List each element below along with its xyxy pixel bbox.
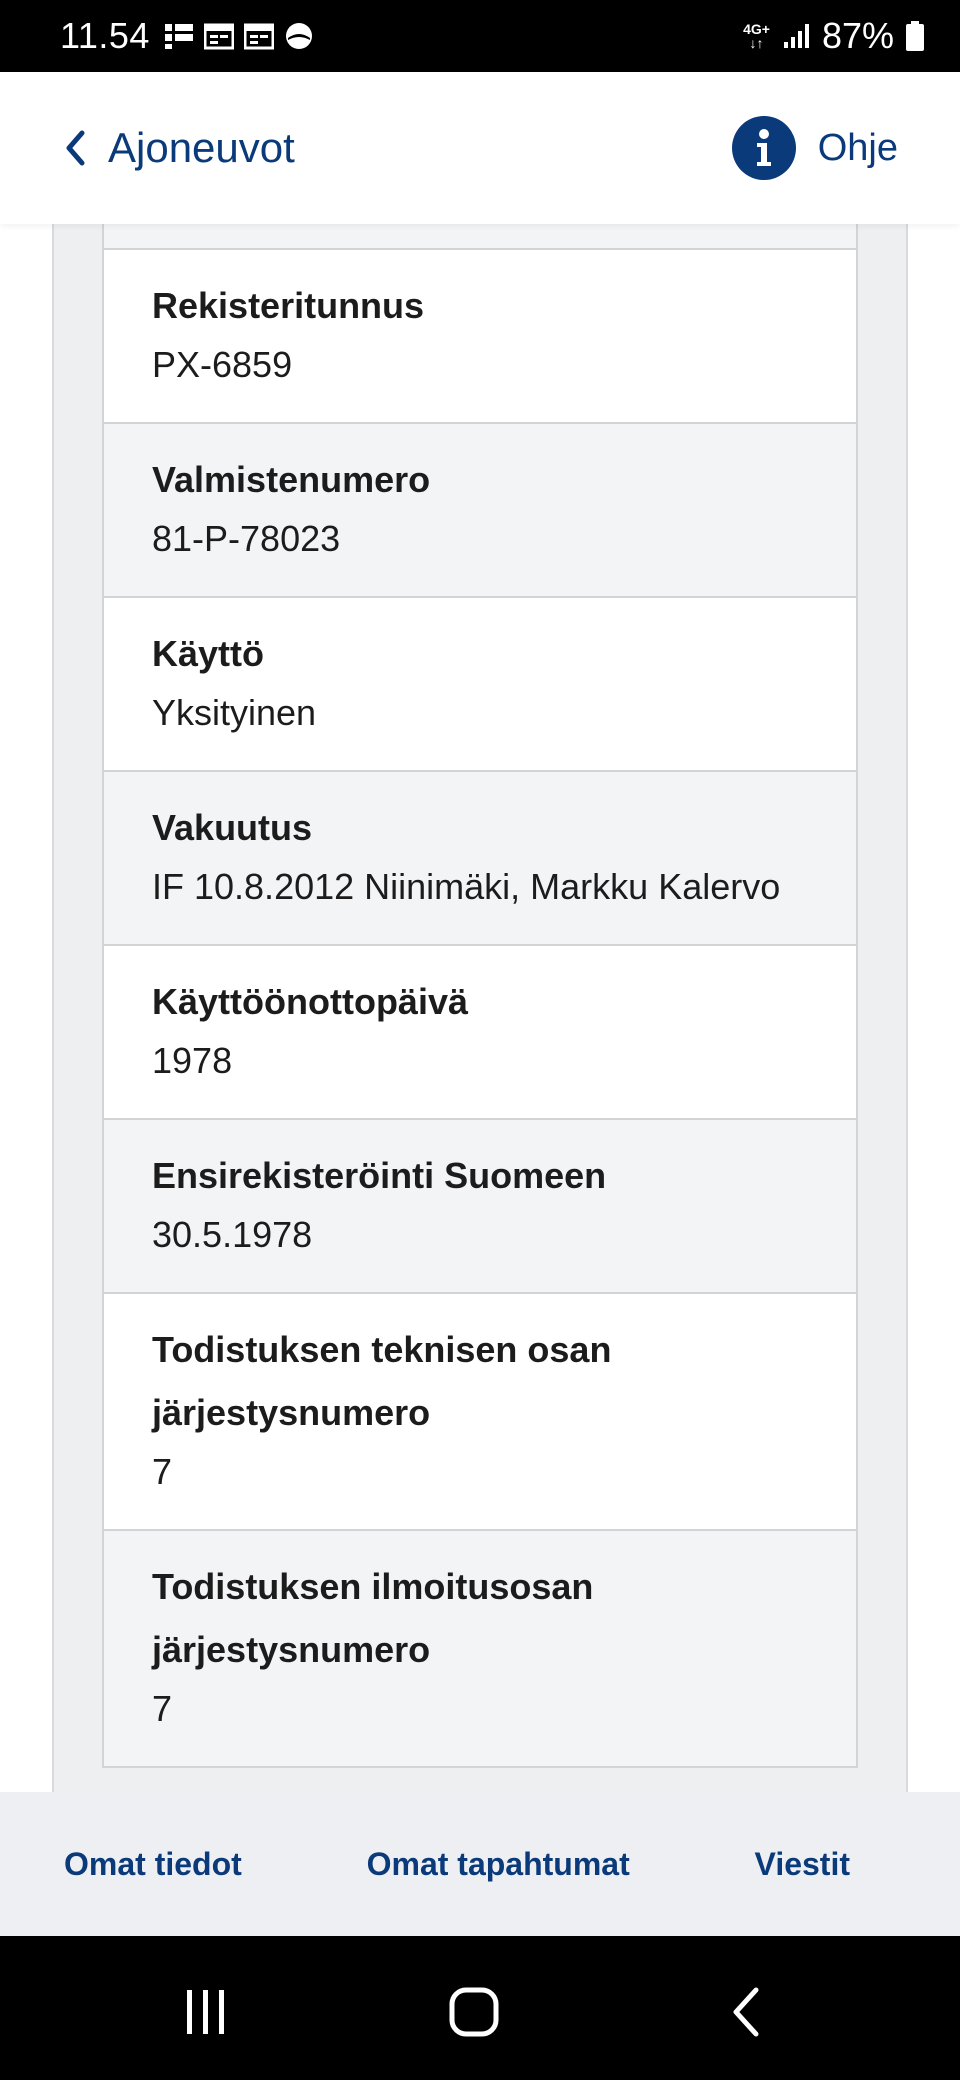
back-nav-button[interactable] xyxy=(706,1972,786,2052)
detail-label: Vakuutus xyxy=(152,807,313,848)
help-button[interactable]: Ohje xyxy=(731,116,898,180)
bottom-navigation: Omat tiedot Omat tapahtumat Viestit xyxy=(0,1792,960,1936)
home-button[interactable] xyxy=(434,1972,514,2052)
back-arrow-icon xyxy=(733,1987,759,2037)
nav-omat-tiedot[interactable]: Omat tiedot xyxy=(64,1846,242,1883)
battery-percent: 87% xyxy=(821,15,894,56)
detail-value: PX-6859 xyxy=(152,344,293,385)
detail-label: Käyttö xyxy=(152,633,265,674)
detail-row-tekninen-osa: Todistuksen teknisen osan järjestysnumer… xyxy=(104,1294,856,1531)
detail-row-kayttoonottopaiva: Käyttöönottopäivä 1978 xyxy=(104,946,856,1120)
detail-value: 1978 xyxy=(152,1040,233,1081)
detail-row-rekisteritunnus: Rekisteritunnus PX-6859 xyxy=(104,250,856,424)
signal-icon xyxy=(783,24,809,48)
nav-viestit[interactable]: Viestit xyxy=(755,1846,850,1883)
back-label: Ajoneuvot xyxy=(108,124,295,171)
detail-label: Todistuksen teknisen osan järjestysnumer… xyxy=(152,1329,612,1433)
detail-row-ilmoitusosa: Todistuksen ilmoitusosan järjestysnumero… xyxy=(104,1531,856,1768)
detail-row-ensirekisterointi: Ensirekisteröinti Suomeen 30.5.1978 xyxy=(104,1120,856,1294)
detail-row-vakuutus: Vakuutus IF 10.8.2012 Niinimäki, Markku … xyxy=(104,772,856,946)
circle-app-icon xyxy=(285,23,312,49)
network-indicator: 4G+ ↓↑ xyxy=(743,21,770,51)
home-icon xyxy=(449,1987,499,2037)
detail-row-kaytto: Käyttö Yksityinen xyxy=(104,598,856,772)
details-list: Rekisteritunnus PX-6859 Valmistenumero 8… xyxy=(102,224,858,1768)
help-label: Ohje xyxy=(817,126,898,169)
battery-icon xyxy=(906,21,924,51)
system-navigation-bar xyxy=(0,1936,960,2080)
nav-omat-tapahtumat[interactable]: Omat tapahtumat xyxy=(367,1846,630,1883)
recent-apps-icon xyxy=(187,1990,224,2034)
detail-value: IF 10.8.2012 Niinimäki, Markku Kalervo xyxy=(152,866,781,907)
calendar-icon xyxy=(243,23,274,50)
calendar-icon xyxy=(203,23,234,50)
detail-label: Rekisteritunnus xyxy=(152,285,425,326)
vehicle-details-scroll-area[interactable]: Rekisteritunnus PX-6859 Valmistenumero 8… xyxy=(0,224,960,1792)
recent-apps-button[interactable] xyxy=(166,1972,246,2052)
chevron-left-icon xyxy=(66,130,85,166)
detail-value: 81-P-78023 xyxy=(152,518,341,559)
detail-value: 7 xyxy=(152,1451,173,1492)
detail-value: Yksityinen xyxy=(152,692,317,733)
list-item-partial xyxy=(104,224,856,250)
detail-value: 30.5.1978 xyxy=(152,1214,313,1255)
status-bar: 11.54 4G+ ↓↑ 87% xyxy=(0,0,960,72)
detail-label: Ensirekisteröinti Suomeen xyxy=(152,1155,607,1196)
back-button[interactable]: Ajoneuvot xyxy=(64,124,295,172)
detail-label: Valmistenumero xyxy=(152,459,431,500)
info-icon xyxy=(731,116,796,180)
app-header: Ajoneuvot Ohje xyxy=(0,72,960,224)
detail-value: 7 xyxy=(152,1688,173,1729)
detail-label: Käyttöönottopäivä xyxy=(152,981,469,1022)
notification-grid-icon xyxy=(164,24,193,49)
status-time: 11.54 xyxy=(60,15,150,56)
detail-label: Todistuksen ilmoitusosan järjestysnumero xyxy=(152,1566,594,1670)
detail-row-valmistenumero: Valmistenumero 81-P-78023 xyxy=(104,424,856,598)
